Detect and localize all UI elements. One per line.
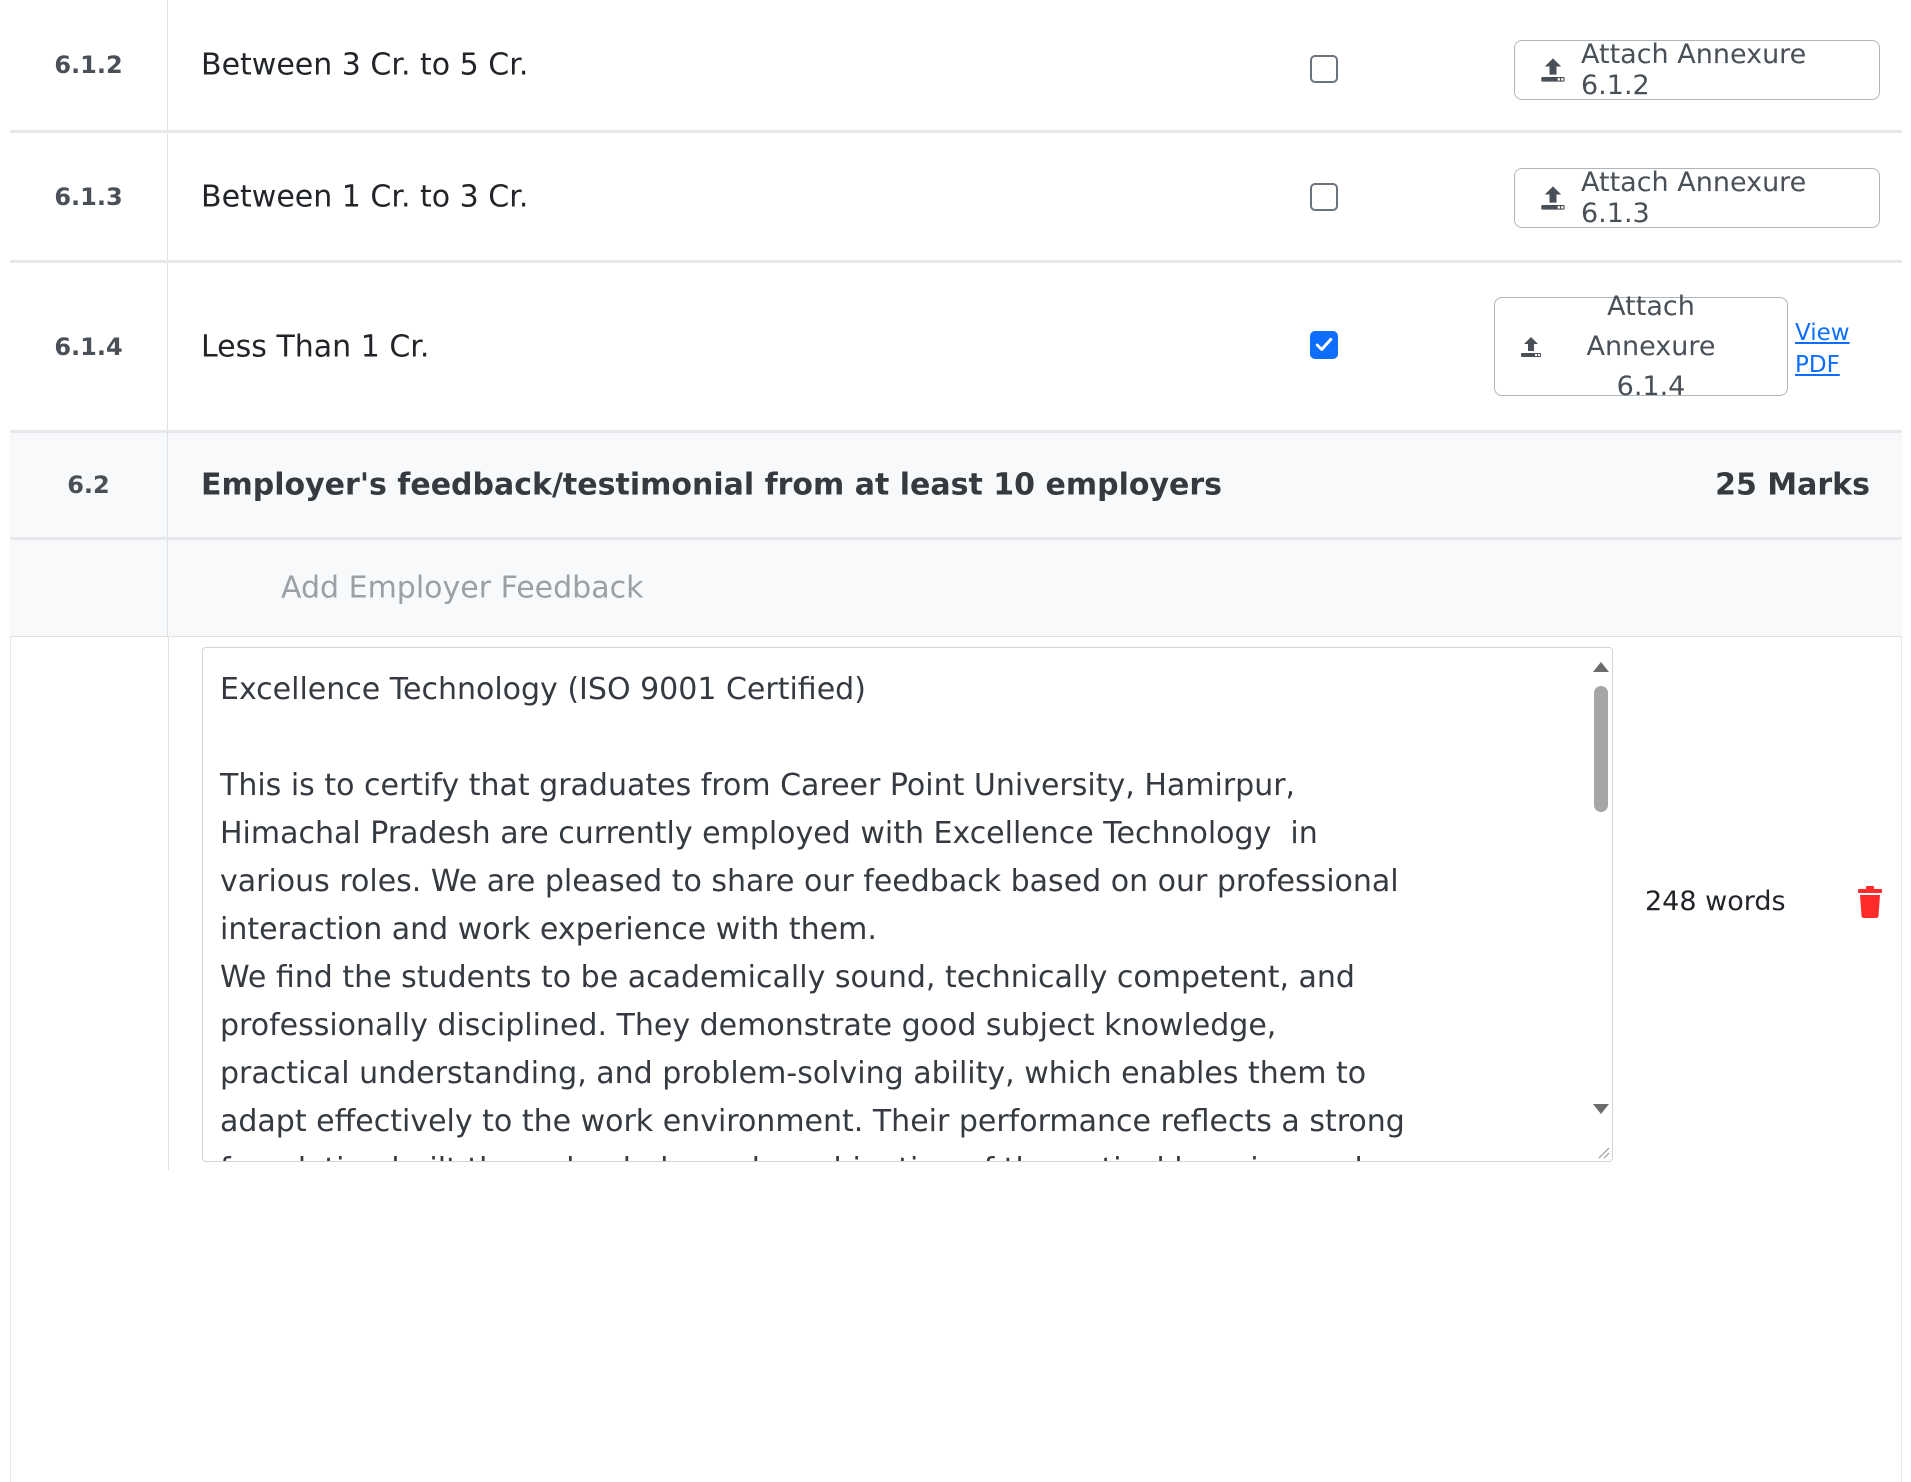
row-content: Less Than 1 Cr. Attach Annexure 6.1.4 Vi… [168,263,1902,430]
table-row: 6.1.2 Between 3 Cr. to 5 Cr. Attach Anne… [10,0,1902,133]
row-label: Between 3 Cr. to 5 Cr. [201,47,529,83]
resize-handle-icon[interactable] [1594,1143,1610,1159]
section-content: Employer's feedback/testimonial from at … [168,433,1902,537]
empty-number-cell [10,540,168,636]
section-number: 6.2 [10,433,168,537]
row-content: Between 1 Cr. to 3 Cr. Attach Annexure 6… [168,133,1902,260]
column-divider [168,637,169,1170]
section-header-row: 6.2 Employer's feedback/testimonial from… [10,433,1902,540]
view-pdf-line2: PDF [1795,352,1840,378]
section-marks: 25 Marks [1715,467,1870,503]
feedback-text[interactable]: Excellence Technology (ISO 9001 Certifie… [220,666,1410,1161]
attach-annexure-label: Attach Annexure 6.1.3 [1581,167,1807,229]
upload-icon [1539,184,1567,212]
word-count: 248 words [1645,886,1786,917]
scroll-down-arrow-icon[interactable] [1593,1104,1609,1114]
row-label: Between 1 Cr. to 3 Cr. [201,179,529,214]
attach-annexure-button[interactable]: Attach Annexure 6.1.2 [1514,39,1880,101]
attach-label-line1: Attach [1607,290,1695,322]
section-title: Employer's feedback/testimonial from at … [201,467,1223,503]
feedback-textarea[interactable]: Excellence Technology (ISO 9001 Certifie… [202,647,1613,1162]
check-icon [1315,337,1333,351]
upload-icon [1519,335,1543,359]
row-checkbox-checked[interactable] [1310,331,1338,359]
add-feedback-cell[interactable]: Add Employer Feedback [168,540,1902,636]
row-number: 6.1.4 [10,263,168,430]
table-row: 6.1.3 Between 1 Cr. to 3 Cr. Attach Anne… [10,133,1902,263]
scroll-thumb[interactable] [1594,686,1608,812]
attach-annexure-label: Attach Annexure 6.1.2 [1581,39,1807,101]
attach-annexure-button[interactable]: Attach Annexure 6.1.3 [1514,167,1880,229]
row-content: Between 3 Cr. to 5 Cr. Attach Annexure 6… [168,0,1902,130]
textarea-scrollbar[interactable] [1590,648,1612,1161]
row-number: 6.1.3 [10,133,168,260]
row-label: Less Than 1 Cr. [201,329,430,364]
table-row: 6.1.4 Less Than 1 Cr. Attach Annexure 6.… [10,263,1902,433]
row-checkbox[interactable] [1310,55,1338,83]
upload-icon [1539,56,1567,84]
attach-annexure-button[interactable]: Attach Annexure 6.1.4 [1494,291,1788,402]
view-pdf-link[interactable]: View PDF [1795,317,1850,381]
attach-label-line2: Annexure 6.1.4 [1586,330,1716,402]
trash-icon[interactable] [1857,886,1883,922]
add-feedback-row: Add Employer Feedback [10,540,1902,637]
add-feedback-placeholder[interactable]: Add Employer Feedback [281,571,643,606]
scroll-up-arrow-icon[interactable] [1593,662,1609,672]
row-checkbox[interactable] [1310,183,1338,211]
view-pdf-line1: View [1795,320,1850,346]
row-number: 6.1.2 [10,0,168,130]
attach-annexure-label: Attach Annexure 6.1.4 [1551,287,1751,407]
